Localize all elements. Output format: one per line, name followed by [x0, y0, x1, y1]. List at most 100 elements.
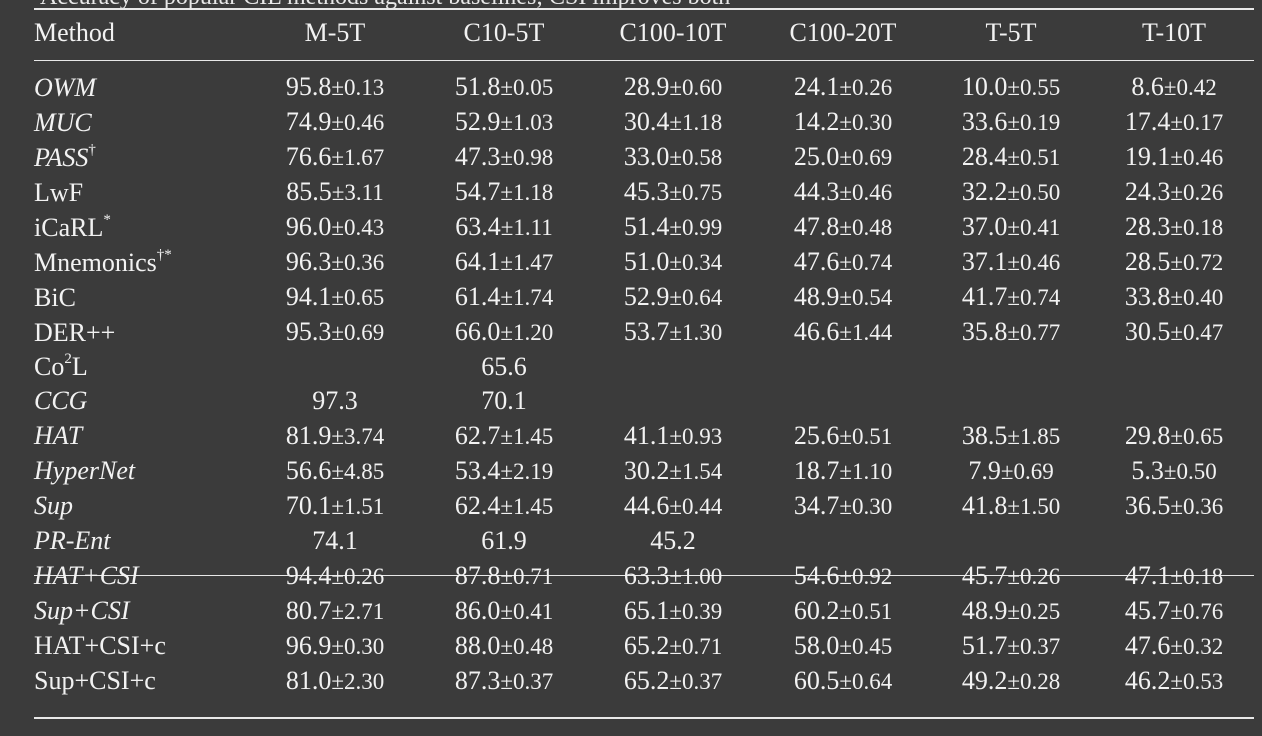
accuracy-cell: 8.6±0.42 — [1094, 70, 1254, 105]
std-value: ±1.54 — [669, 458, 723, 484]
accuracy-cell: 60.5±0.64 — [758, 664, 928, 699]
accuracy-cell: 94.1±0.65 — [250, 280, 420, 315]
mean-value: 28.4 — [961, 142, 1008, 171]
mean-value: 38.5 — [961, 420, 1008, 450]
method-suffix: L — [71, 352, 88, 382]
std-value: ±0.19 — [1007, 110, 1061, 135]
method-name: Sup+CSI — [34, 594, 250, 629]
std-value: ±1.51 — [331, 493, 385, 519]
mean-value: 36.5 — [1124, 490, 1171, 520]
std-value: ±0.05 — [500, 75, 554, 100]
mean-value: 25.0 — [793, 142, 840, 171]
mean-value: 28.5 — [1124, 247, 1171, 276]
mean-value: 51.0 — [623, 247, 670, 276]
std-value: ±0.65 — [331, 285, 385, 310]
mean-value: 54.7 — [454, 177, 501, 206]
std-value: ±0.32 — [1170, 633, 1224, 659]
std-value: ±1.85 — [1007, 423, 1061, 449]
accuracy-cell — [758, 350, 928, 384]
accuracy-cell: 10.0±0.55 — [928, 70, 1094, 105]
bottom-rule — [34, 717, 1254, 719]
mean-value: 87.8 — [454, 560, 501, 590]
std-value: ±1.18 — [669, 110, 723, 135]
mean-value: 63.4 — [455, 212, 501, 241]
accuracy-cell: 7.9±0.69 — [928, 454, 1094, 489]
method-name: HAT+CSI+c — [34, 629, 250, 664]
baseline-rows: OWM 95.8±0.13 51.8±0.05 28.9±0.60 24.1±0.26 1… — [34, 58, 1254, 558]
mean-value: 47.1 — [1124, 560, 1171, 590]
method-label: Mnemonics — [34, 247, 157, 277]
accuracy-cell: 70.1±1.51 — [250, 489, 420, 524]
std-value: ±0.43 — [331, 215, 385, 240]
method-superscript: †* — [156, 246, 172, 263]
table-row: LwF 85.5±3.11 54.7±1.18 45.3±0.75 44.3±0.46 3… — [34, 175, 1254, 210]
accuracy-cell: 44.3±0.46 — [758, 175, 928, 210]
accuracy-cell — [250, 350, 420, 384]
accuracy-cell: 41.1±0.93 — [588, 419, 758, 454]
accuracy-cell — [1094, 350, 1254, 384]
method-label: LwF — [34, 177, 84, 207]
accuracy-cell: 63.3±1.00 — [588, 559, 758, 594]
std-value: ±0.51 — [1007, 145, 1061, 170]
mean-value: 63.3 — [623, 560, 670, 590]
std-value: ±0.42 — [1163, 75, 1217, 100]
method-label: OWM — [34, 72, 97, 102]
mean-value: 32.2 — [961, 177, 1008, 206]
method-label: CCG — [34, 386, 88, 416]
method-label: Sup+CSI — [34, 596, 130, 626]
table-row: Sup+CSI+c 81.0±2.30 87.3±0.37 65.2±0.37 60.5… — [34, 664, 1254, 699]
std-value: ±0.50 — [1007, 180, 1061, 205]
accuracy-cell: 47.6±0.32 — [1094, 629, 1254, 664]
table-row: MUC 74.9±0.46 52.9±1.03 30.4±1.18 14.2±0.30 3… — [34, 105, 1254, 140]
mean-value: 46.2 — [1124, 665, 1171, 695]
mean-value: 48.9 — [961, 595, 1008, 625]
accuracy-cell — [928, 350, 1094, 384]
accuracy-cell: 61.4±1.74 — [420, 280, 588, 315]
mean-value: 18.7 — [793, 455, 840, 485]
std-value: ±0.18 — [1170, 563, 1224, 589]
accuracy-cell: 28.9±0.60 — [588, 70, 758, 105]
accuracy-cell: 18.7±1.10 — [758, 454, 928, 489]
mean-value: 24.1 — [793, 72, 840, 101]
accuracy-cell: 54.7±1.18 — [420, 175, 588, 210]
std-value: ±0.71 — [669, 633, 723, 659]
accuracy-cell: 63.4±1.11 — [420, 210, 588, 245]
std-value: ±0.92 — [839, 563, 893, 589]
accuracy-cell — [928, 384, 1094, 418]
std-value: ±1.03 — [500, 110, 554, 135]
column-header: C100-10T — [619, 18, 727, 47]
accuracy-cell: 19.1±0.46 — [1094, 140, 1254, 175]
std-value: ±0.50 — [1163, 458, 1217, 484]
std-value: ±0.30 — [839, 493, 893, 519]
accuracy-cell: 5.3±0.50 — [1094, 454, 1254, 489]
std-value: ±0.36 — [1170, 493, 1224, 519]
accuracy-cell — [758, 384, 928, 418]
method-name: HyperNet — [34, 454, 250, 489]
accuracy-cell: 85.5±3.11 — [250, 175, 420, 210]
accuracy-cell: 45.2 — [588, 524, 758, 558]
mean-value: 30.5 — [1124, 317, 1171, 346]
std-value: ±0.13 — [331, 75, 385, 100]
accuracy-cell: 28.4±0.51 — [928, 140, 1094, 175]
mean-value: 47.3 — [454, 142, 501, 171]
mean-value: 95.3 — [285, 317, 332, 346]
method-name: MUC — [34, 105, 250, 140]
table-row: Mnemonics†* 96.3±0.36 64.1±1.47 51.0±0.34 47… — [34, 245, 1254, 280]
table-row: CCG 97.3 70.1 — [34, 384, 1254, 418]
std-value: ±1.67 — [331, 145, 385, 170]
std-value: ±0.51 — [839, 423, 893, 449]
accuracy-cell: 96.9±0.30 — [250, 629, 420, 664]
accuracy-cell: 74.9±0.46 — [250, 105, 420, 140]
accuracy-cell: 81.0±2.30 — [250, 664, 420, 699]
std-value: ±0.30 — [839, 110, 893, 135]
mean-value: 47.8 — [793, 212, 840, 241]
method-name: HAT+CSI — [34, 559, 250, 594]
accuracy-cell: 56.6±4.85 — [250, 454, 420, 489]
accuracy-cell: 51.8±0.05 — [420, 70, 588, 105]
std-value: ±1.44 — [839, 320, 893, 345]
accuracy-cell: 37.1±0.46 — [928, 245, 1094, 280]
method-name: BiC — [34, 280, 250, 315]
std-value: ±0.60 — [669, 75, 723, 100]
std-value: ±0.17 — [1170, 110, 1224, 135]
std-value: ±0.48 — [500, 633, 554, 659]
